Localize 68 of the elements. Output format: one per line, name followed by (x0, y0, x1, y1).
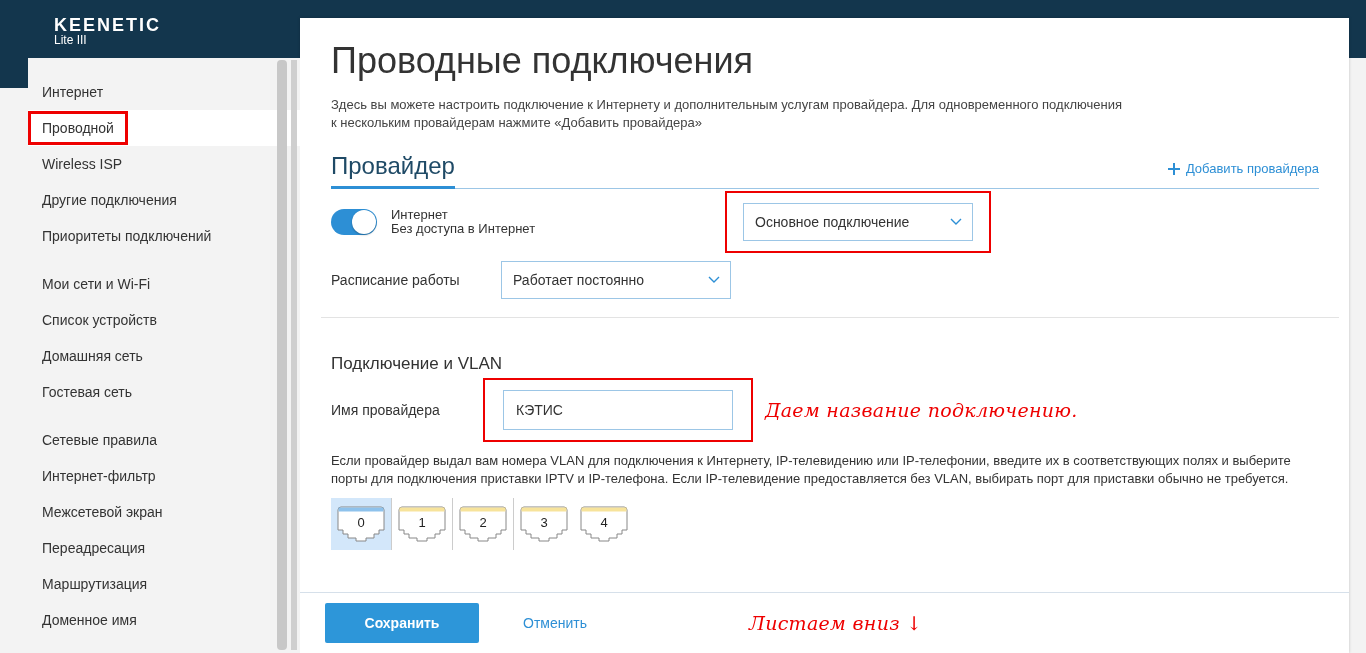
section-tab[interactable]: Провайдер (331, 152, 455, 189)
sidebar-item[interactable]: Мои сети и Wi-Fi (28, 266, 300, 302)
sidebar-item[interactable]: Интернет (28, 74, 300, 110)
port-button[interactable]: 2 (453, 498, 513, 550)
add-provider-button[interactable]: Добавить провайдера (1167, 161, 1319, 188)
sidebar-item[interactable]: Другие подключения (28, 182, 300, 218)
sidebar-item-label: Маршрутизация (41, 575, 149, 594)
provider-name-field[interactable]: КЭТИС (503, 390, 733, 430)
sidebar-item-label: Другие подключения (41, 191, 178, 210)
brand-logo: KEENETIC (54, 16, 162, 34)
toggle-label: Интернет (391, 208, 449, 222)
sidebar-item-label: Межсетевой экран (41, 503, 164, 522)
toggle-switch[interactable] (331, 209, 377, 235)
sidebar-item[interactable]: Проводной (28, 110, 300, 146)
sidebar-item-label: Гостевая сеть (41, 383, 134, 402)
sidebar-item-label: Домашняя сеть (41, 347, 144, 366)
ethernet-port-icon (520, 506, 568, 542)
sidebar-item-label: Интернет-фильтр (41, 467, 157, 486)
chevron-down-icon (708, 276, 720, 284)
model-name: Lite III (54, 34, 88, 47)
sidebar-item-label: Wireless ISP (41, 155, 124, 174)
port-number: 1 (417, 515, 427, 530)
sidebar-item[interactable]: Доменное имя (28, 602, 300, 638)
sidebar-item[interactable]: Межсетевой экран (28, 494, 300, 530)
port-number: 2 (478, 515, 488, 530)
sidebar-item[interactable]: Wireless ISP (28, 146, 300, 182)
ethernet-port-icon (580, 506, 628, 542)
sidebar-item[interactable]: Домашняя сеть (28, 338, 300, 374)
sidebar-item-label: Проводной (28, 111, 128, 145)
sidebar-item[interactable]: Список устройств (28, 302, 300, 338)
port-button[interactable]: 0 (331, 498, 391, 550)
connection-type-dropdown[interactable]: Основное подключение (743, 203, 973, 241)
provider-name-label: Имя провайдера (331, 402, 441, 418)
sidebar-item-label: Интернет (41, 83, 105, 102)
sidebar-item-label: Мои сети и Wi-Fi (41, 275, 152, 294)
section-title: Подключение и VLAN (331, 354, 504, 374)
port-number: 4 (599, 515, 609, 530)
schedule-label: Расписание работы (331, 272, 461, 288)
port-button[interactable]: 3 (514, 498, 574, 550)
sidebar-item-label: Доменное имя (41, 611, 138, 630)
sidebar-item[interactable]: Сетевые правила (28, 422, 300, 458)
page-title: Проводные подключения (331, 40, 754, 82)
connection-status: Без доступа в Интернет (391, 222, 536, 236)
port-number: 3 (539, 515, 549, 530)
ethernet-port-icon (398, 506, 446, 542)
sidebar-item-label: Приоритеты подключений (41, 227, 213, 246)
annotation-text: Листаем вниз ↓ (749, 612, 923, 634)
sidebar-item-label: Сетевые правила (41, 431, 158, 450)
sidebar-item[interactable]: Интернет-фильтр (28, 458, 300, 494)
sidebar-item[interactable]: Переадресация (28, 530, 300, 566)
schedule-dropdown[interactable]: Работает постоянно (501, 261, 731, 299)
ethernet-port-icon (337, 506, 385, 542)
sidebar-item-label: Список устройств (41, 311, 158, 330)
sidebar-item[interactable]: Гостевая сеть (28, 374, 300, 410)
port-button[interactable]: 4 (574, 498, 634, 550)
plus-icon (1167, 162, 1180, 175)
sidebar-item[interactable]: Приоритеты подключений (28, 218, 300, 254)
port-button[interactable]: 1 (392, 498, 452, 550)
sidebar-item[interactable]: Маршрутизация (28, 566, 300, 602)
scrollbar[interactable] (277, 60, 287, 650)
port-number: 0 (356, 515, 366, 530)
sidebar-item-label: Переадресация (41, 539, 147, 558)
ethernet-port-icon (459, 506, 507, 542)
cancel-button[interactable]: Отменить (517, 614, 593, 632)
vlan-note: Если провайдер выдал вам номера VLAN для подключения к Интернету, IP-телевидению или IP-телефонии, введите их в соответствующих полях и выберите порты для подключения приставки IPTV и IP-телефона. Если IP-телевидение предоставляется без VLAN, выбирать порт для приставки обычно не требуется. (331, 452, 1292, 488)
chevron-down-icon (950, 218, 962, 226)
annotation-text: Даем название подключению. (765, 399, 1078, 421)
page-description: Здесь вы можете настроить подключение к Интернету и дополнительным услугам провайдера. Для одновременного подключения к нескольким провайдерам нажмите «Добавить провайдера» (331, 96, 1124, 132)
